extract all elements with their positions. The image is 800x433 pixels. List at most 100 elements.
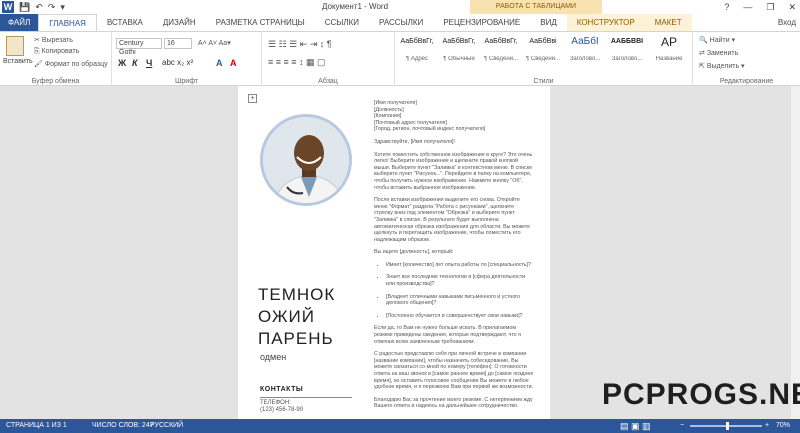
- paragraph: С радостью представлю себя при личной вс…: [374, 351, 534, 391]
- close-button[interactable]: ✕: [788, 0, 796, 14]
- cover-letter[interactable]: [Имя получателя] [Должность] [Компания] …: [374, 100, 534, 416]
- find-button[interactable]: 🔍 Найти ▾: [699, 36, 735, 44]
- zoom-in-icon[interactable]: +: [765, 419, 769, 433]
- tab-mailings[interactable]: РАССЫЛКИ: [369, 14, 433, 31]
- tab-page-layout[interactable]: РАЗМЕТКА СТРАНИЦЫ: [206, 14, 315, 31]
- address-line: [Имя получателя]: [374, 100, 417, 106]
- tab-design[interactable]: ДИЗАЙН: [153, 14, 206, 31]
- paragraph: Вы ищете [должность], который:: [374, 249, 454, 256]
- tab-home[interactable]: ГЛАВНАЯ: [38, 14, 97, 31]
- tab-table-design[interactable]: КОНСТРУКТОР: [566, 14, 645, 31]
- ribbon-tabs: ФАЙЛ ГЛАВНАЯ ВСТАВКА ДИЗАЙН РАЗМЕТКА СТР…: [0, 14, 800, 31]
- zoom-out-icon[interactable]: −: [680, 419, 684, 433]
- font-size-select[interactable]: 16: [164, 38, 192, 49]
- paragraph: Хотите поместить собственное изображение…: [374, 151, 533, 191]
- tab-review[interactable]: РЕЦЕНЗИРОВАНИЕ: [433, 14, 530, 31]
- style-normal[interactable]: АаБбВвГг, ¶ Обычный: [439, 36, 479, 68]
- status-bar: СТРАНИЦА 1 ИЗ 1 ЧИСЛО СЛОВ: 247 РУССКИЙ …: [0, 419, 800, 433]
- styles-group-label: Стили: [533, 78, 554, 85]
- list-icons[interactable]: ☰ ☷ ☰ ⇤ ⇥ ↕ ¶: [268, 39, 332, 50]
- style-info-1[interactable]: АаБбВвГг, ¶ Сведени...: [481, 36, 521, 68]
- style-heading-1[interactable]: АаБбІ Заголово...: [565, 36, 605, 68]
- paragraph-group-label: Абзац: [318, 78, 338, 85]
- tab-file[interactable]: ФАЙЛ: [0, 14, 39, 31]
- context-tab-title: РАБОТА С ТАБЛИЦАМИ: [470, 0, 602, 14]
- sign-in-link[interactable]: Вход: [768, 14, 800, 31]
- restore-button[interactable]: ❐: [766, 0, 774, 14]
- document-area[interactable]: + ТЕМНОК ОЖИЙ ПАРЕНЬ одмен КОНТАКТЫ ТЕЛЕ…: [0, 86, 800, 419]
- help-button[interactable]: ?: [724, 0, 729, 14]
- greeting: Здравствуйте, [Имя получателя]!: [374, 138, 455, 145]
- cut-button[interactable]: ✂ Вырезать: [34, 36, 73, 44]
- title-bar: W 💾 ↶ ↷ ▾ Документ1 - Word РАБОТА С ТАБЛ…: [0, 0, 800, 14]
- word-icon[interactable]: W: [2, 1, 14, 13]
- replace-button[interactable]: ⇄ Заменить: [699, 49, 738, 57]
- text-effects-icon[interactable]: A: [216, 58, 223, 68]
- table-move-handle-icon[interactable]: +: [248, 94, 257, 103]
- style-info-2[interactable]: АаБбВві ¶ Сведени...: [523, 36, 563, 68]
- style-name: Заголово...: [569, 56, 601, 62]
- paste-icon[interactable]: [6, 36, 24, 56]
- name-line: ТЕМНОК: [258, 285, 336, 304]
- style-name: ¶ Сведени...: [525, 56, 561, 62]
- font-group-label: Шрифт: [174, 78, 199, 85]
- styles-group: АаБбВвГг, ¶ Адрес АаБбВвГг, ¶ Обычный АаБб…: [395, 32, 693, 87]
- select-button[interactable]: ⇱ Выделить ▾: [699, 62, 745, 70]
- paragraph: Благодарю Вас за прочтение моего резюме.…: [374, 396, 533, 410]
- grow-shrink-font-icon[interactable]: A˄ A˅ Aa▾: [198, 39, 231, 47]
- contacts-divider: [260, 397, 352, 398]
- word-count[interactable]: ЧИСЛО СЛОВ: 247: [92, 419, 154, 433]
- name-line: ОЖИЙ: [258, 307, 315, 326]
- person-photo-icon: [263, 117, 349, 203]
- language-indicator[interactable]: РУССКИЙ: [150, 419, 183, 433]
- paste-button[interactable]: Вставить: [3, 58, 33, 65]
- tab-insert[interactable]: ВСТАВКА: [97, 14, 153, 31]
- style-address[interactable]: АаБбВвГг, ¶ Адрес: [397, 36, 437, 68]
- clipboard-group: Вставить ✂ Вырезать ⎘ Копировать 🖌 Форма…: [0, 32, 112, 87]
- align-icons[interactable]: ≡ ≡ ≡ ≡ ↕ ▦ ▢: [268, 57, 326, 68]
- strikethrough-icon[interactable]: abc x₂ x²: [162, 58, 193, 67]
- redo-icon[interactable]: ↷: [48, 1, 56, 13]
- customize-qat-icon[interactable]: ▾: [60, 1, 65, 13]
- phone-value[interactable]: (123) 456-78-90: [260, 407, 303, 413]
- style-preview: ААББВВІ: [610, 38, 644, 45]
- profession-text[interactable]: одмен: [260, 352, 286, 362]
- font-group: Century Gothi 16 A˄ A˅ Aa▾ Ж К Ч abc x₂ …: [112, 32, 262, 87]
- minimize-button[interactable]: —: [743, 0, 752, 14]
- style-preview: АР: [660, 36, 677, 48]
- font-name-select[interactable]: Century Gothi: [116, 38, 162, 56]
- font-color-icon[interactable]: A: [230, 58, 237, 68]
- address-line: [Город, регион, почтовый индекс получате…: [374, 126, 486, 133]
- copy-label: Копировать: [41, 48, 80, 55]
- tab-references[interactable]: ССЫЛКИ: [315, 14, 369, 31]
- style-preview: АаБбВвГг,: [442, 38, 476, 45]
- watermark-text: PCPROGS.NET: [602, 378, 800, 411]
- paragraph-group: ☰ ☷ ☰ ⇤ ⇥ ↕ ¶ ≡ ≡ ≡ ≡ ↕ ▦ ▢ Абзац: [262, 32, 395, 87]
- paragraph: Если да, то Вам не нужно больше искать. …: [374, 325, 521, 345]
- profile-photo[interactable]: [260, 114, 352, 206]
- page-count[interactable]: СТРАНИЦА 1 ИЗ 1: [6, 419, 67, 433]
- tab-table-layout[interactable]: МАКЕТ: [644, 14, 692, 31]
- zoom-level[interactable]: 70%: [776, 419, 790, 433]
- bold-button[interactable]: Ж: [118, 58, 126, 68]
- style-preview: АаБбВві: [529, 38, 557, 45]
- style-title[interactable]: АР Название: [649, 36, 689, 68]
- tab-view[interactable]: ВИД: [530, 14, 567, 31]
- view-mode-icons[interactable]: ▤ ▣ ▥: [620, 419, 651, 433]
- style-preview: АаБбВвГг,: [400, 38, 434, 45]
- undo-icon[interactable]: ↶: [35, 1, 43, 13]
- zoom-slider-thumb[interactable]: [726, 422, 729, 430]
- format-painter-button[interactable]: 🖌 Формат по образцу: [34, 60, 108, 68]
- document-page[interactable]: + ТЕМНОК ОЖИЙ ПАРЕНЬ одмен КОНТАКТЫ ТЕЛЕ…: [238, 86, 550, 419]
- resume-name[interactable]: ТЕМНОК ОЖИЙ ПАРЕНЬ: [258, 284, 335, 350]
- address-line: [Компания]: [374, 113, 402, 120]
- style-name: ¶ Сведени...: [483, 56, 519, 62]
- vertical-scrollbar[interactable]: [791, 86, 800, 419]
- underline-button[interactable]: Ч: [146, 58, 152, 68]
- list-item: [Постоянно обучается и совершенствует св…: [386, 313, 534, 320]
- style-heading-2[interactable]: ААББВВІ Заголово...: [607, 36, 647, 68]
- save-icon[interactable]: 💾: [19, 1, 30, 13]
- copy-button[interactable]: ⎘ Копировать: [34, 48, 79, 56]
- address-line: [Должность]: [374, 106, 404, 113]
- italic-button[interactable]: К: [132, 58, 138, 68]
